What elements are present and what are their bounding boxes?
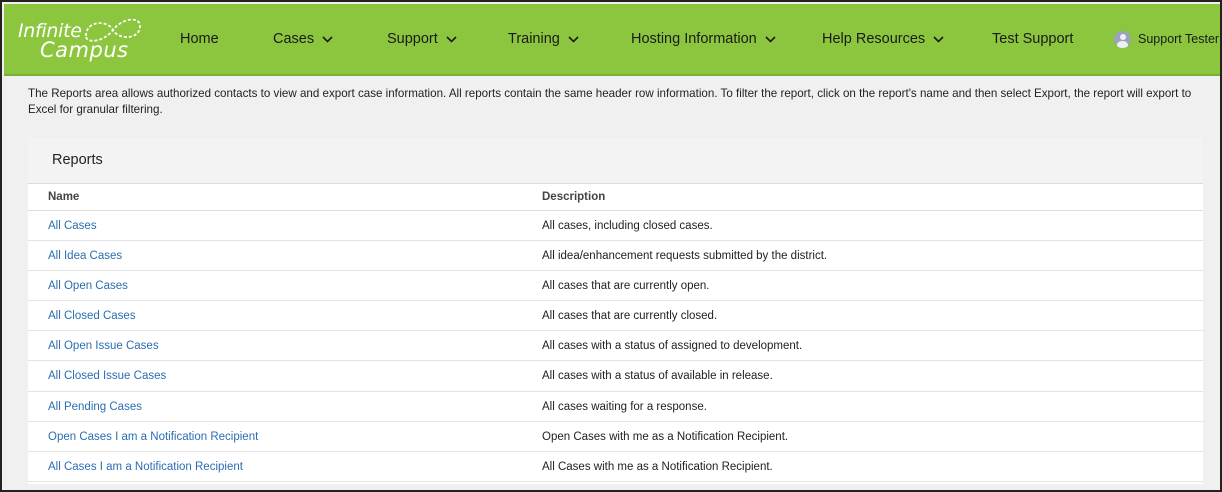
report-link[interactable]: All Open Issue Cases [48,340,159,352]
chevron-down-icon [568,35,579,43]
nav-support[interactable]: Support [387,28,457,50]
reports-title: Reports [52,152,103,168]
nav-cases[interactable]: Cases [273,28,333,50]
report-link[interactable]: All Open Cases [48,280,128,292]
reports-intro-text: The Reports area allows authorized conta… [28,87,1192,116]
report-description: All cases with a status of available in … [542,370,773,383]
table-row: All Pending Cases All cases waiting for … [28,392,1203,422]
infinity-loop-icon [85,18,141,42]
report-description: All idea/enhancement requests submitted … [542,250,828,263]
column-header-description: Description [542,191,606,203]
chevron-down-icon [446,35,457,43]
nav-test-support-label: Test Support [992,31,1074,47]
user-name: Support Tester [1138,32,1220,46]
reports-table-body: All Cases All cases, including closed ca… [28,211,1203,482]
report-description: All cases that are currently closed. [542,310,718,323]
report-link[interactable]: All Closed Cases [48,310,136,322]
table-row: Open Cases I am a Notification Recipient… [28,422,1203,452]
user-avatar-icon [1114,30,1131,48]
nav-training-label: Training [508,31,560,47]
chevron-down-icon [765,35,776,43]
nav-support-label: Support [387,31,438,47]
app-frame: Infinite Campus Home Cases Support Train… [0,0,1222,492]
nav-home-label: Home [180,31,219,47]
nav-help-resources[interactable]: Help Resources [822,28,944,50]
nav-cases-label: Cases [273,31,315,47]
report-description: Open Cases with me as a Notification Rec… [542,430,789,443]
reports-card-header: Reports [28,138,1203,184]
table-row: All Idea Cases All idea/enhancement requ… [28,241,1203,272]
user-menu[interactable]: Support Tester [1114,29,1219,49]
report-link[interactable]: All Closed Issue Cases [48,370,166,382]
chevron-down-icon [933,35,944,43]
nav-hosting-information-label: Hosting Information [631,31,757,47]
report-link[interactable]: Open Cases I am a Notification Recipient [48,431,258,443]
nav-hosting-information[interactable]: Hosting Information [631,28,776,50]
table-row: All Cases I am a Notification Recipient … [28,452,1203,482]
report-description: All cases, including closed cases. [542,220,713,232]
table-row: All Open Issue Cases All cases with a st… [28,331,1203,362]
table-row: All Open Cases All cases that are curren… [28,271,1203,302]
reports-table-header: Name Description [28,185,1203,211]
table-row: All Cases All cases, including closed ca… [28,211,1203,242]
report-description: All Cases with me as a Notification Reci… [542,460,773,473]
report-description: All cases waiting for a response. [542,400,707,413]
report-link[interactable]: All Pending Cases [48,401,142,413]
report-description: All cases that are currently open. [542,280,710,293]
reports-card: Reports Name Description All Cases All c… [28,138,1203,484]
nav-test-support[interactable]: Test Support [992,28,1073,50]
report-description: All cases with a status of assigned to d… [542,340,803,353]
top-navigation-bar: Infinite Campus Home Cases Support Train… [4,4,1220,76]
infinite-campus-logo[interactable]: Infinite Campus [16,14,148,66]
nav-home[interactable]: Home [180,28,219,50]
column-header-name: Name [48,191,80,203]
nav-training[interactable]: Training [508,28,579,50]
report-link[interactable]: All Idea Cases [48,250,122,262]
report-link[interactable]: All Cases I am a Notification Recipient [48,461,243,473]
table-row: All Closed Cases All cases that are curr… [28,301,1203,332]
table-row: All Closed Issue Cases All cases with a … [28,361,1203,392]
report-link[interactable]: All Cases [48,220,97,232]
nav-help-resources-label: Help Resources [822,31,926,47]
chevron-down-icon [322,35,333,43]
